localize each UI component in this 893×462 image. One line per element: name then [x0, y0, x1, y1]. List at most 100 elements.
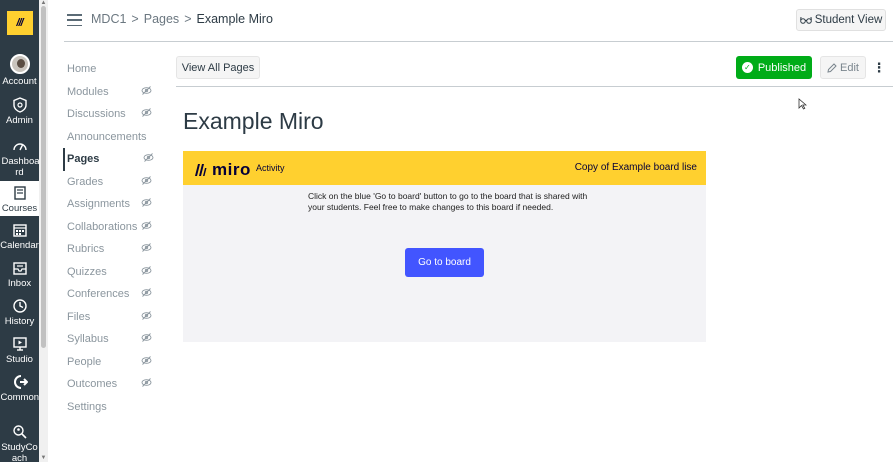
global-nav-account[interactable]: Account [0, 54, 39, 87]
global-nav-label: Inbox [7, 278, 32, 289]
breadcrumb-pages[interactable]: Pages [144, 12, 179, 26]
eye-slash-icon [143, 153, 154, 162]
miro-wordmark: miro [212, 160, 251, 179]
miro-mark-icon [195, 164, 207, 176]
more-options-button[interactable]: ⋮ [870, 56, 888, 79]
course-nav-item[interactable]: Collaborations [63, 216, 163, 239]
mouse-cursor-icon [798, 98, 807, 110]
course-nav-item[interactable]: Modules [63, 81, 163, 104]
course-nav-label: Grades [67, 175, 104, 188]
book-icon [13, 186, 26, 200]
course-nav-item[interactable]: Outcomes [63, 373, 163, 396]
dashboard-icon [12, 143, 27, 151]
app-root: /// Account Admin Dashboa rd Courses Cal… [0, 0, 893, 462]
scroll-down-icon[interactable]: ▼ [40, 455, 47, 461]
view-all-pages-button[interactable]: View All Pages [176, 56, 260, 79]
eye-slash-icon [141, 288, 152, 297]
toolbar-divider [176, 86, 893, 87]
eye-slash-icon [141, 378, 152, 387]
eye-slash-icon [141, 265, 152, 275]
course-nav-item[interactable]: Pages [63, 148, 163, 171]
student-view-label: Student View [814, 14, 883, 26]
eye-slash-icon [141, 198, 152, 207]
global-nav-label: StudyCo ach [1, 442, 38, 462]
global-nav-label: Calendar [0, 240, 39, 251]
global-nav-label: History [4, 316, 35, 327]
global-nav-studio[interactable]: Studio [0, 336, 39, 365]
course-nav-label: Conferences [67, 288, 130, 301]
glasses-icon [799, 16, 812, 24]
student-view-button[interactable]: Student View [796, 9, 886, 31]
course-nav-item[interactable]: Home [63, 58, 163, 81]
course-nav-item[interactable]: Syllabus [63, 328, 163, 351]
course-nav-label: Modules [67, 85, 109, 98]
studio-icon [12, 337, 27, 351]
course-nav-label: Announcements [67, 130, 147, 143]
global-nav-calendar[interactable]: Calendar [0, 222, 39, 251]
go-to-board-button[interactable]: Go to board [405, 248, 484, 277]
eye-slash-icon [141, 220, 152, 230]
global-nav-commons[interactable]: Commons [0, 374, 44, 403]
miro-header-bar: miro Activity Copy of Example board lise [183, 151, 706, 185]
course-nav-item[interactable]: Grades [63, 171, 163, 194]
course-nav-item[interactable]: Assignments [63, 193, 163, 216]
course-nav-item[interactable]: Quizzes [63, 261, 163, 284]
eye-slash-icon [141, 108, 152, 117]
global-nav-inbox[interactable]: Inbox [0, 260, 39, 289]
clock-icon [12, 299, 27, 313]
global-nav-history[interactable]: History [0, 298, 39, 327]
hamburger-icon-line [67, 24, 82, 26]
course-menu-toggle[interactable] [67, 14, 82, 26]
course-nav-label: Home [67, 63, 97, 76]
hamburger-icon-line [67, 19, 82, 21]
eye-slash-icon [141, 355, 152, 365]
shield-icon [12, 97, 27, 113]
course-nav-item[interactable]: Announcements [63, 126, 163, 149]
breadcrumb-separator: > [131, 12, 139, 26]
page-title: Example Miro [183, 108, 324, 134]
course-nav-label: Discussions [67, 108, 126, 121]
published-label: Published [757, 61, 807, 74]
course-nav-label: Files [67, 310, 91, 323]
breadcrumb-current: Example Miro [196, 12, 273, 26]
course-nav-label: Settings [67, 400, 107, 413]
eye-slash-icon [141, 310, 152, 320]
eye-slash-icon [141, 175, 152, 185]
course-nav-label: Rubrics [67, 243, 105, 256]
course-nav-label: Assignments [67, 198, 130, 211]
check-circle-icon: ✓ [741, 62, 753, 73]
course-nav-item[interactable]: People [63, 351, 163, 374]
eye-slash-icon [141, 85, 152, 95]
hamburger-icon-line [67, 14, 82, 16]
global-nav-label: Studio [6, 354, 33, 365]
eye-slash-icon [141, 333, 152, 342]
course-nav-item[interactable]: Files [63, 306, 163, 329]
miro-logo: miro [193, 160, 251, 180]
global-nav-logo[interactable]: /// [0, 0, 39, 46]
edit-button[interactable]: Edit [820, 56, 866, 79]
global-nav-label: Dashboa rd [1, 156, 40, 178]
kebab-icon: ⋮ [872, 59, 886, 75]
course-nav-item[interactable]: Settings [63, 396, 163, 419]
global-nav-label: Admin [6, 115, 33, 126]
nav-scrollbar-thumb[interactable] [41, 6, 46, 348]
course-nav-label: Pages [67, 153, 100, 166]
course-nav-item[interactable]: Conferences [63, 283, 163, 306]
breadcrumb-separator: > [184, 12, 192, 26]
eye-slash-icon [141, 243, 152, 252]
global-nav-label: Courses [1, 203, 38, 214]
global-nav-studycoach[interactable]: StudyCo ach [0, 424, 39, 462]
global-nav-courses[interactable]: Courses [0, 181, 39, 216]
course-nav-item[interactable]: Rubrics [63, 238, 163, 261]
breadcrumb-course[interactable]: MDC1 [91, 12, 126, 26]
search-person-icon [12, 425, 27, 439]
course-nav-item[interactable]: Discussions [63, 103, 163, 126]
global-nav-label: Account [2, 76, 37, 87]
miro-board-title: Copy of Example board lise [574, 162, 697, 173]
scroll-up-icon[interactable]: ▲ [40, 0, 47, 6]
published-button[interactable]: ✓ Published [736, 56, 812, 79]
course-nav-label: Quizzes [67, 265, 107, 278]
global-nav: /// Account Admin Dashboa rd Courses Cal… [0, 0, 44, 462]
global-nav-dashboard[interactable]: Dashboa rd [0, 138, 40, 178]
global-nav-admin[interactable]: Admin [0, 97, 39, 126]
